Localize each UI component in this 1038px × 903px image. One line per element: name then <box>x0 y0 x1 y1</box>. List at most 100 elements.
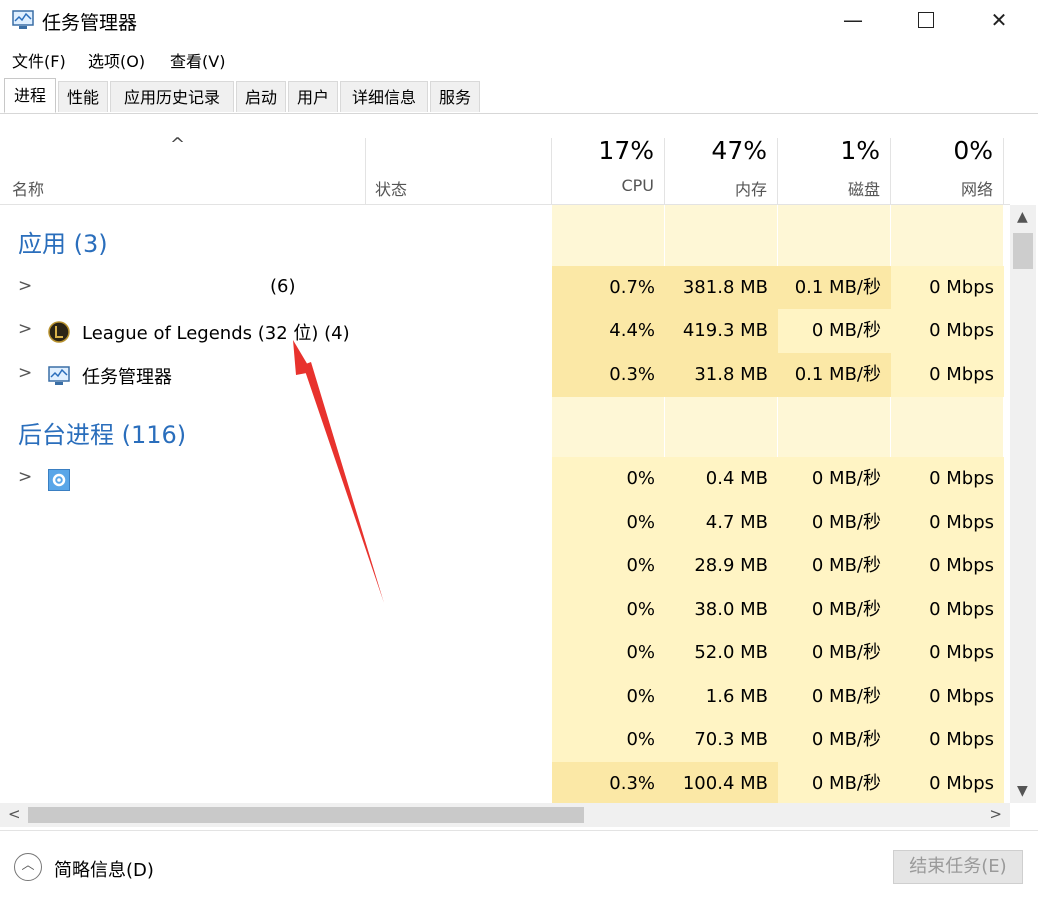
disk-cell: 0.1 MB/秒 <box>778 266 891 310</box>
expand-chevron-icon[interactable]: > <box>18 363 32 383</box>
vertical-scroll-thumb[interactable] <box>1013 233 1033 269</box>
tab-users[interactable]: 用户 <box>288 81 338 112</box>
memory-cell: 1.6 MB <box>665 675 778 719</box>
disk-cell: 0.1 MB/秒 <box>778 353 891 397</box>
network-cell: 0 Mbps <box>891 675 1004 719</box>
cpu-cell: 0% <box>552 718 665 762</box>
memory-cell: 4.7 MB <box>665 501 778 545</box>
gear-icon <box>48 469 70 491</box>
table-row[interactable]: 0% 52.0 MB 0 MB/秒 0 Mbps <box>0 631 1010 675</box>
header-cpu[interactable]: CPU <box>554 176 654 195</box>
window-title: 任务管理器 <box>42 12 138 34</box>
vertical-scrollbar[interactable]: ▲ ▼ <box>1010 205 1036 803</box>
network-cell: 0 Mbps <box>891 544 1004 588</box>
maximize-icon <box>918 12 934 28</box>
close-button[interactable]: ✕ <box>962 0 1036 42</box>
memory-cell: 31.8 MB <box>665 353 778 397</box>
cpu-cell: 4.4% <box>552 309 665 353</box>
footer: ︿ 简略信息(D) 结束任务(E) <box>0 830 1038 903</box>
table-row[interactable]: 0% 70.3 MB 0 MB/秒 0 Mbps <box>0 718 1010 762</box>
cpu-cell: 0% <box>552 457 665 501</box>
header-status[interactable]: 状态 <box>375 176 407 200</box>
disk-cell: 0 MB/秒 <box>778 631 891 675</box>
fewer-details-link[interactable]: 简略信息(D) <box>54 856 154 882</box>
memory-cell: 0.4 MB <box>665 457 778 501</box>
end-task-button[interactable]: 结束任务(E) <box>893 850 1023 884</box>
table-row[interactable]: 0% 1.6 MB 0 MB/秒 0 Mbps <box>0 675 1010 719</box>
disk-cell: 0 MB/秒 <box>778 544 891 588</box>
network-cell: 0 Mbps <box>891 353 1004 397</box>
cpu-cell: 0.7% <box>552 266 665 310</box>
menu-file[interactable]: 文件(F) <box>12 48 66 72</box>
memory-cell: 38.0 MB <box>665 588 778 632</box>
header-network[interactable]: 网络 <box>893 176 993 200</box>
network-cell: 0 Mbps <box>891 588 1004 632</box>
disk-cell: 0 MB/秒 <box>778 718 891 762</box>
maximize-button[interactable] <box>889 0 963 42</box>
memory-cell: 28.9 MB <box>665 544 778 588</box>
column-divider[interactable] <box>1003 138 1004 204</box>
tab-processes[interactable]: 进程 <box>4 78 56 113</box>
memory-cell: 100.4 MB <box>665 762 778 803</box>
tab-services[interactable]: 服务 <box>430 81 480 112</box>
table-row[interactable]: > 任务管理器 0.3% 31.8 MB 0.1 MB/秒 0 Mbps <box>0 353 1010 397</box>
horizontal-scroll-thumb[interactable] <box>28 807 584 823</box>
expand-chevron-icon[interactable]: > <box>18 276 32 296</box>
menu-options[interactable]: 选项(O) <box>88 48 145 72</box>
column-divider[interactable] <box>365 138 366 204</box>
header-disk-pct[interactable]: 1% <box>780 136 880 165</box>
minimize-button[interactable]: — <box>816 0 890 42</box>
tab-startup[interactable]: 启动 <box>236 81 286 112</box>
scroll-down-icon[interactable]: ▼ <box>1017 783 1028 799</box>
scroll-left-icon[interactable]: < <box>8 805 21 823</box>
collapse-chevron-icon[interactable]: ︿ <box>14 853 42 881</box>
column-divider[interactable] <box>777 138 778 204</box>
disk-cell: 0 MB/秒 <box>778 588 891 632</box>
table-row[interactable]: 0% 28.9 MB 0 MB/秒 0 Mbps <box>0 544 1010 588</box>
header-memory-pct[interactable]: 47% <box>667 136 767 165</box>
column-divider[interactable] <box>890 138 891 204</box>
disk-cell: 0 MB/秒 <box>778 457 891 501</box>
header-cpu-pct[interactable]: 17% <box>554 136 654 165</box>
table-row[interactable]: > (6) 0.7% 381.8 MB 0.1 MB/秒 0 Mbps <box>0 266 1010 310</box>
table-row[interactable]: > 0% 0.4 MB 0 MB/秒 0 Mbps <box>0 457 1010 501</box>
group-label-background: 后台进程 (116) <box>18 421 187 449</box>
scroll-up-icon[interactable]: ▲ <box>1017 209 1028 225</box>
scroll-right-icon[interactable]: > <box>989 805 1002 823</box>
sort-up-icon[interactable]: ^ <box>170 134 185 155</box>
header-network-pct[interactable]: 0% <box>893 136 993 165</box>
disk-cell: 0 MB/秒 <box>778 309 891 353</box>
network-cell: 0 Mbps <box>891 501 1004 545</box>
cpu-cell: 0% <box>552 588 665 632</box>
menu-view[interactable]: 查看(V) <box>170 48 225 72</box>
memory-cell: 419.3 MB <box>665 309 778 353</box>
header-name[interactable]: 名称 <box>12 176 44 200</box>
table-row[interactable]: 0.3% 100.4 MB 0 MB/秒 0 Mbps <box>0 762 1010 803</box>
column-divider[interactable] <box>664 138 665 204</box>
task-manager-icon <box>48 366 70 385</box>
expand-chevron-icon[interactable]: > <box>18 319 32 339</box>
tab-app-history[interactable]: 应用历史记录 <box>110 81 234 112</box>
table-row[interactable]: 0% 4.7 MB 0 MB/秒 0 Mbps <box>0 501 1010 545</box>
tab-details[interactable]: 详细信息 <box>340 81 428 112</box>
table-row[interactable]: > League of Legends (32 位) (4) 4.4% 419.… <box>0 309 1010 353</box>
process-name: 任务管理器 <box>82 367 172 388</box>
column-header: ^ 名称 状态 17% CPU 47% 内存 1% 磁盘 0% 网络 <box>0 114 1010 205</box>
table-row[interactable]: 0% 38.0 MB 0 MB/秒 0 Mbps <box>0 588 1010 632</box>
league-icon <box>48 321 70 343</box>
memory-cell: 381.8 MB <box>665 266 778 310</box>
tab-performance[interactable]: 性能 <box>58 81 108 112</box>
process-name: (6) <box>270 276 296 297</box>
expand-chevron-icon[interactable]: > <box>18 467 32 487</box>
process-list: 应用 (3) > (6) 0.7% 381.8 MB 0.1 MB/秒 0 Mb… <box>0 205 1010 803</box>
column-divider[interactable] <box>551 138 552 204</box>
menu-bar: 文件(F) 选项(O) 查看(V) <box>0 44 1038 72</box>
horizontal-scrollbar[interactable]: < > <box>0 803 1010 827</box>
cpu-cell: 0.3% <box>552 353 665 397</box>
tab-strip: 进程 性能 应用历史记录 启动 用户 详细信息 服务 <box>0 76 1038 114</box>
cpu-cell: 0% <box>552 675 665 719</box>
title-bar: 任务管理器 — ✕ <box>0 0 1038 42</box>
header-memory[interactable]: 内存 <box>667 176 767 200</box>
network-cell: 0 Mbps <box>891 457 1004 501</box>
header-disk[interactable]: 磁盘 <box>780 176 880 200</box>
